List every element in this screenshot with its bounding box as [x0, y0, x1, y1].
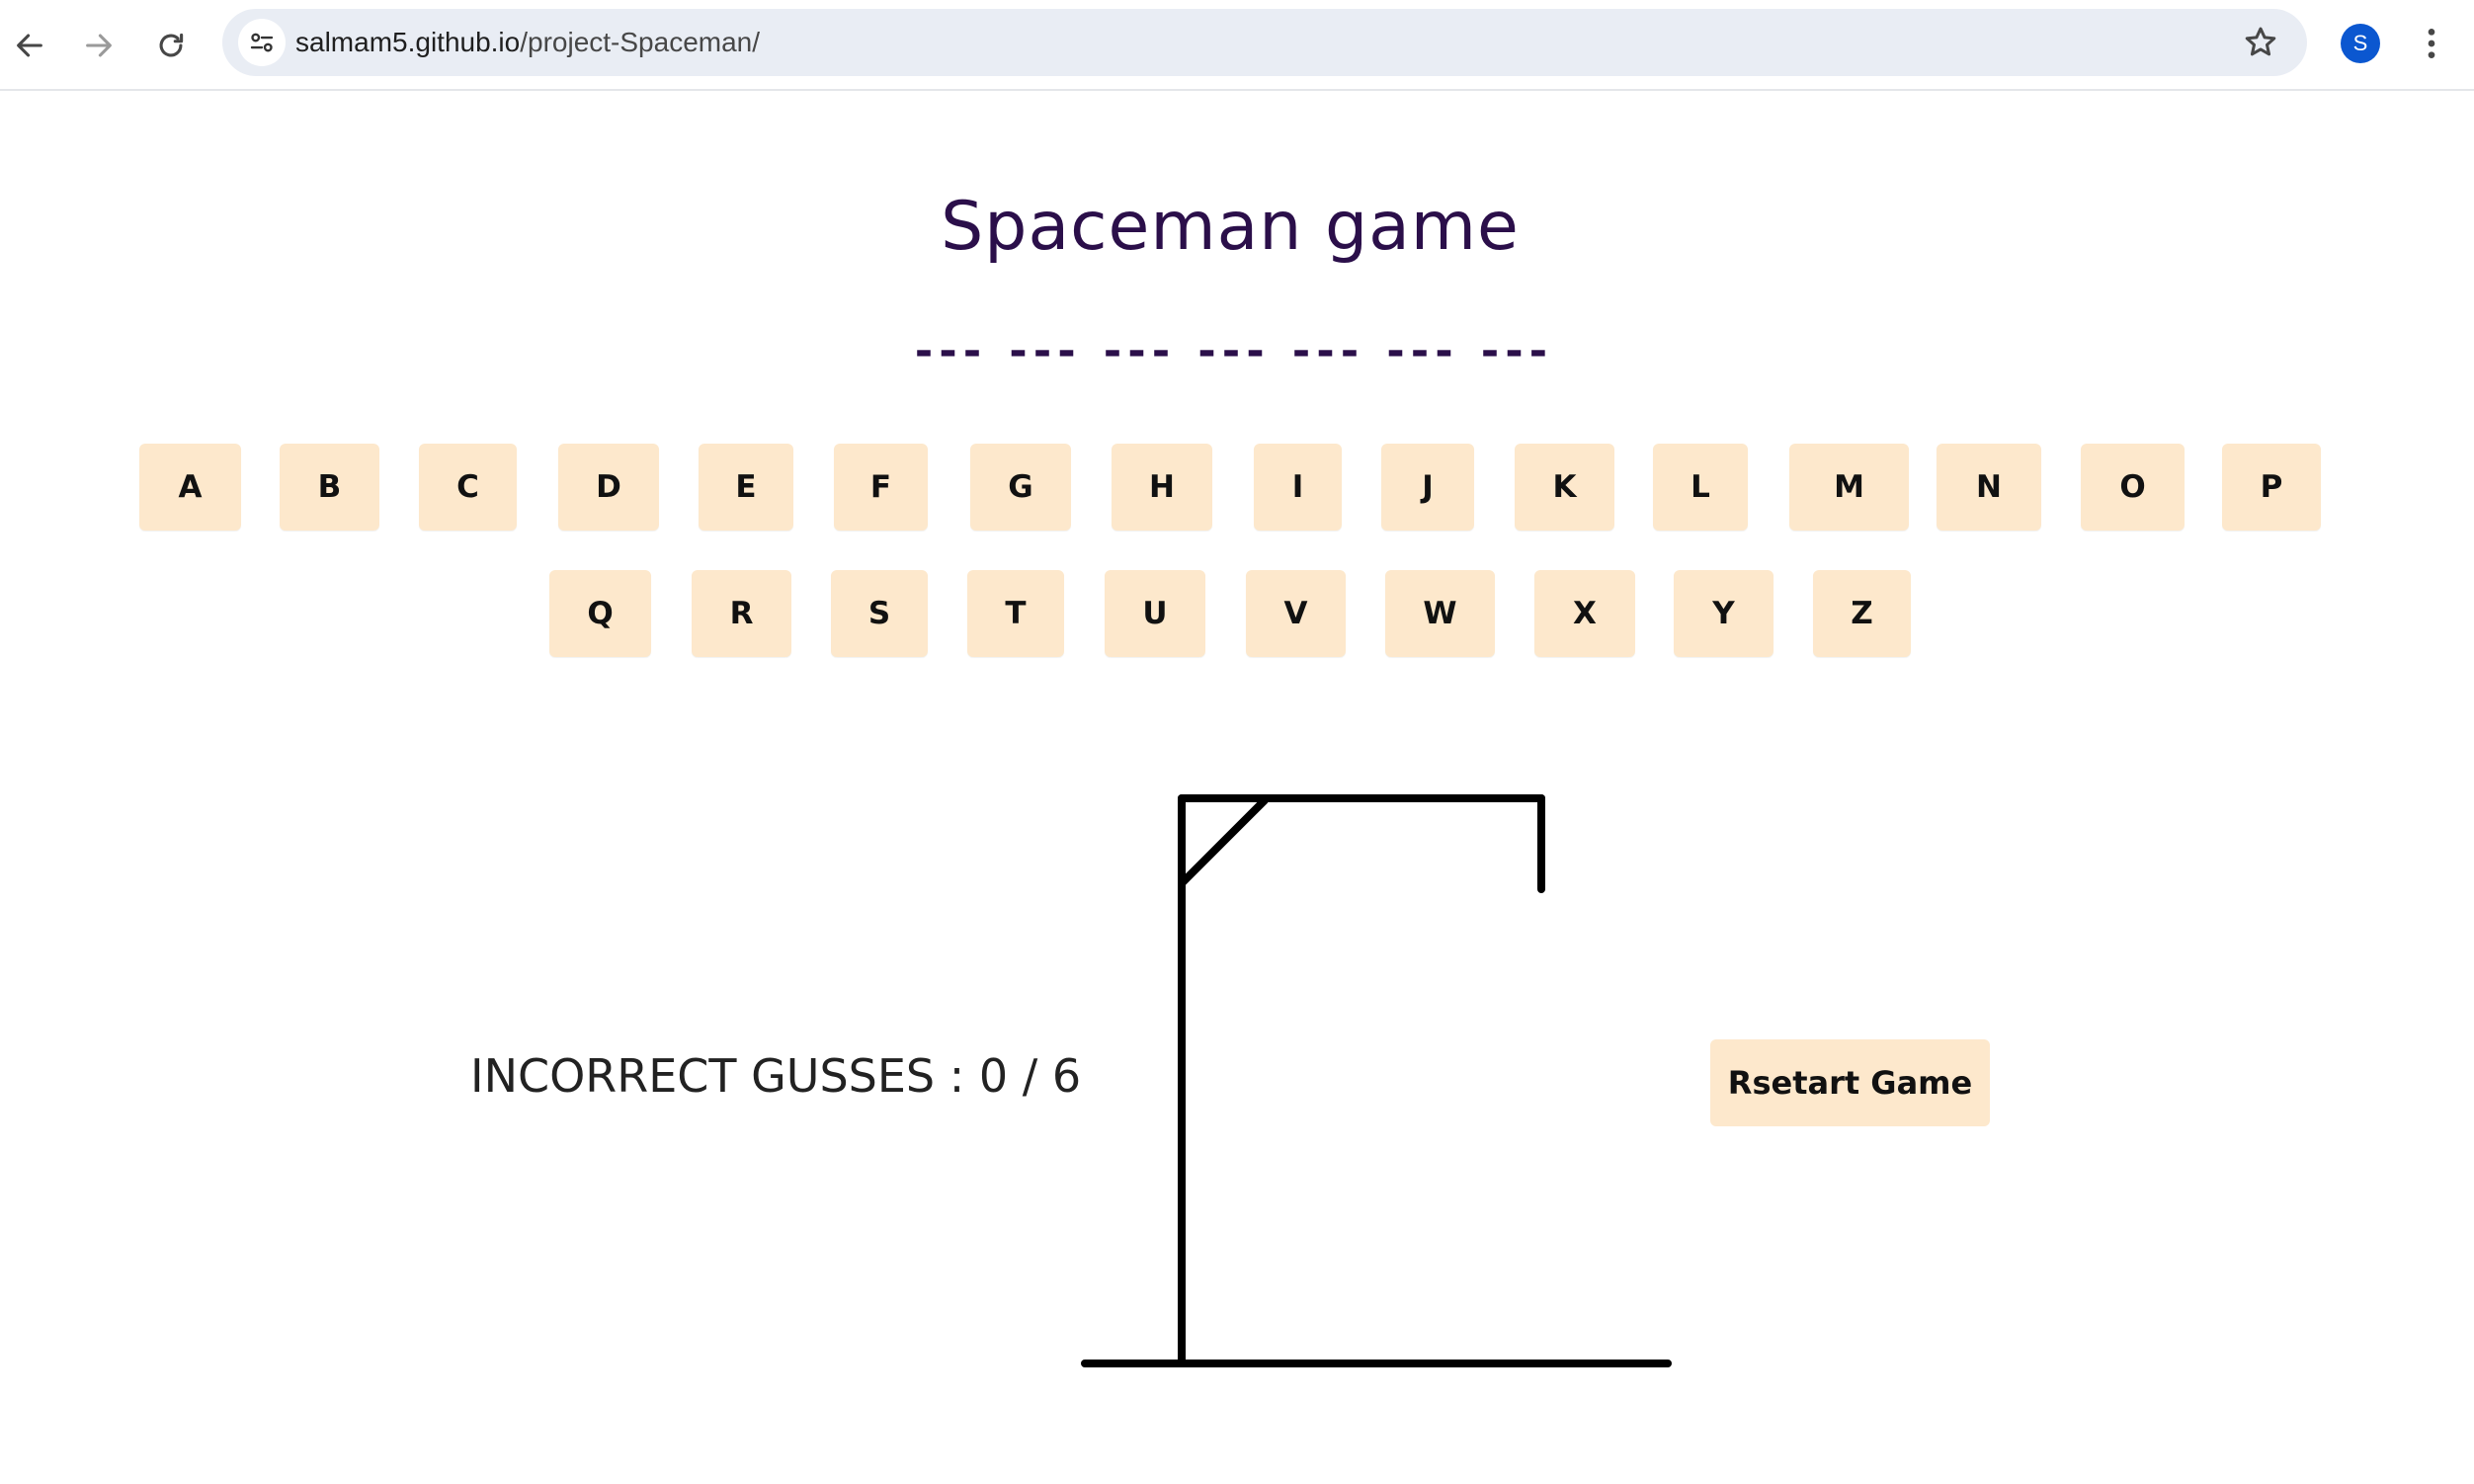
letter-button-g[interactable]: G	[970, 444, 1071, 531]
page-title: Spaceman game	[941, 188, 1520, 266]
gallows-drawing	[1081, 794, 1672, 1367]
letter-slot: ---	[1476, 326, 1551, 376]
letter-button-t[interactable]: T	[967, 570, 1064, 657]
word-display: --- --- --- --- --- --- ---	[0, 326, 2460, 376]
letter-button-z[interactable]: Z	[1813, 570, 1911, 657]
letter-button-r[interactable]: R	[692, 570, 791, 657]
tune-icon	[250, 33, 274, 52]
kebab-menu-icon[interactable]	[2412, 22, 2451, 65]
letter-button-k[interactable]: K	[1515, 444, 1614, 531]
letter-button-v[interactable]: V	[1246, 570, 1346, 657]
letter-button-a[interactable]: A	[139, 444, 241, 531]
url-text[interactable]: salmam5.github.io/project-Spaceman/	[295, 9, 760, 76]
restart-game-button[interactable]: Rsetart Game	[1710, 1039, 1990, 1126]
gallows-brace	[1178, 796, 1269, 887]
letter-button-d[interactable]: D	[558, 444, 659, 531]
letter-slot: ---	[1099, 326, 1174, 376]
star-icon[interactable]	[2242, 24, 2279, 61]
letter-button-y[interactable]: Y	[1674, 570, 1773, 657]
reload-button[interactable]	[143, 18, 199, 73]
reload-icon	[159, 33, 184, 57]
address-bar[interactable]: salmam5.github.io/project-Spaceman/	[222, 9, 2307, 76]
letter-button-n[interactable]: N	[1937, 444, 2041, 531]
letter-button-p[interactable]: P	[2222, 444, 2321, 531]
forward-button[interactable]	[71, 18, 126, 73]
letter-button-i[interactable]: I	[1254, 444, 1342, 531]
letter-button-u[interactable]: U	[1105, 570, 1205, 657]
url-path: /project-Spaceman/	[520, 27, 761, 57]
url-domain: salmam5.github.io	[295, 27, 521, 57]
letter-button-b[interactable]: B	[280, 444, 379, 531]
letter-slot: ---	[1194, 326, 1268, 376]
letter-button-f[interactable]: F	[834, 444, 928, 531]
browser-toolbar: salmam5.github.io/project-Spaceman/ S	[0, 0, 2474, 91]
letter-button-j[interactable]: J	[1381, 444, 1474, 531]
site-info-button[interactable]	[238, 19, 286, 66]
letter-slot: ---	[1287, 326, 1362, 376]
letter-slot: ---	[1005, 326, 1079, 376]
letter-button-o[interactable]: O	[2081, 444, 2185, 531]
letter-button-h[interactable]: H	[1112, 444, 1212, 531]
letter-button-c[interactable]: C	[419, 444, 517, 531]
incorrect-guesses-counter: INCORRECT GUSSES : 0 / 6	[470, 1049, 1082, 1103]
letter-button-l[interactable]: L	[1653, 444, 1748, 531]
arrow-left-icon	[17, 34, 42, 57]
letter-slot: ---	[1382, 326, 1456, 376]
letter-button-w[interactable]: W	[1385, 570, 1495, 657]
letter-button-m[interactable]: M	[1789, 444, 1909, 531]
letter-slot: ---	[910, 326, 985, 376]
back-button[interactable]	[2, 18, 57, 73]
letter-button-x[interactable]: X	[1534, 570, 1635, 657]
profile-avatar[interactable]: S	[2341, 24, 2380, 63]
letter-button-q[interactable]: Q	[549, 570, 651, 657]
letter-button-s[interactable]: S	[831, 570, 928, 657]
letter-button-e[interactable]: E	[699, 444, 793, 531]
arrow-right-icon	[86, 34, 112, 57]
